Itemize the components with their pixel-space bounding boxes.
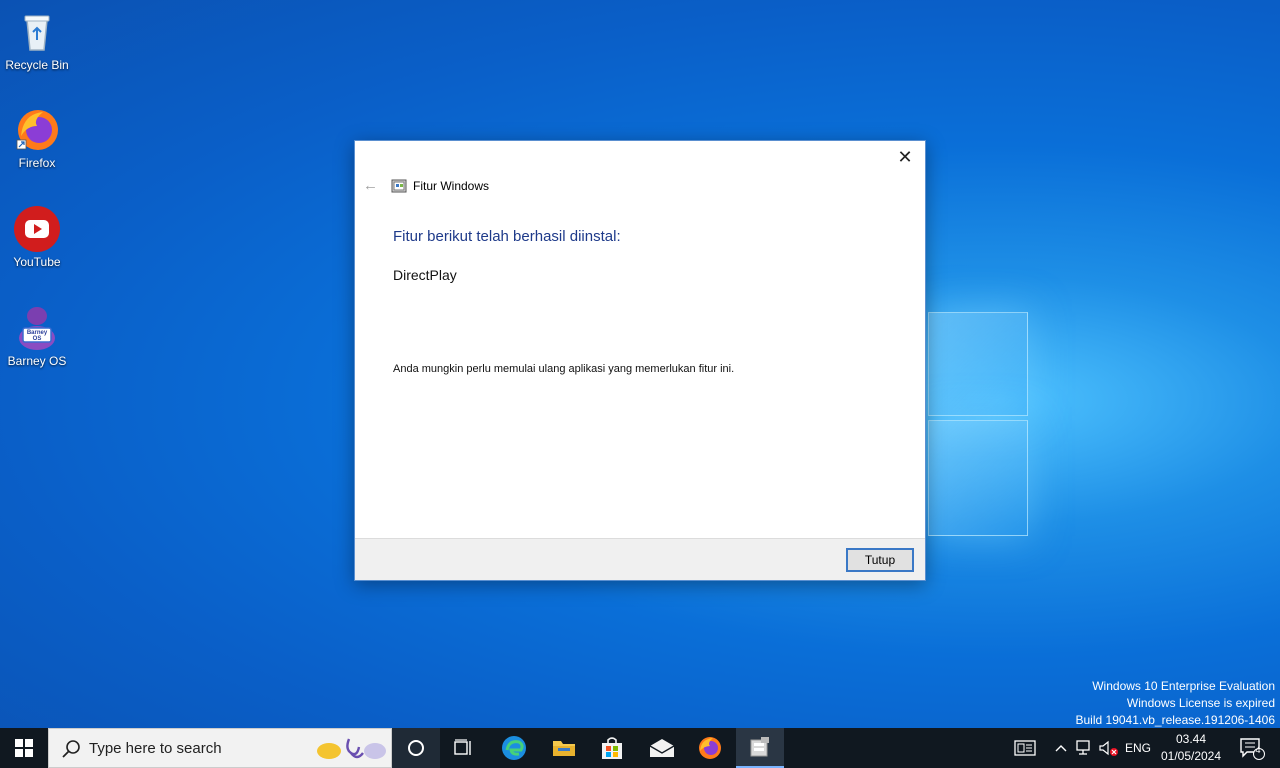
taskbar-search-box[interactable]: Type here to search	[48, 728, 392, 768]
taskbar-file-explorer[interactable]	[540, 728, 588, 768]
desktop-icon-label: Firefox	[18, 156, 56, 170]
barney-badge-text: Barney OS	[26, 330, 48, 342]
start-button[interactable]	[0, 728, 48, 768]
restart-note: Anda mungkin perlu memulai ulang aplikas…	[393, 363, 735, 375]
watermark-build: Build 19041.vb_release.191206-1406	[1075, 713, 1276, 727]
volume-button[interactable]	[1098, 728, 1120, 768]
windows-logo-pane-top	[928, 312, 1028, 416]
action-center-button[interactable]: 4	[1232, 728, 1272, 768]
taskbar-mail[interactable]	[638, 728, 686, 768]
desktop-icon-label: YouTube	[13, 255, 61, 269]
taskbar-store[interactable]	[588, 728, 636, 768]
volume-muted-icon	[1099, 740, 1118, 756]
watermark-edition: Windows 10 Enterprise Evaluation	[1092, 679, 1275, 693]
close-icon[interactable]: ✕	[891, 145, 919, 169]
store-bag-icon	[602, 737, 622, 759]
folder-icon	[553, 741, 575, 756]
search-icon	[62, 740, 80, 758]
taskbar-windows-features[interactable]	[736, 728, 784, 768]
clock-date: 01/05/2024	[1160, 749, 1222, 763]
desktop-icon-recycle-bin[interactable]: Recycle Bin	[2, 8, 72, 72]
barney-os-icon: Barney OS	[13, 304, 61, 352]
installed-feature-name: DirectPlay	[393, 267, 457, 283]
desktop-icon-barney-os[interactable]: Barney OS Barney OS	[2, 304, 72, 368]
network-icon	[1076, 740, 1090, 755]
firefox-icon	[699, 737, 721, 759]
desktop-icon-label: Barney OS	[7, 354, 67, 368]
network-button[interactable]	[1074, 728, 1096, 768]
search-placeholder: Type here to search	[89, 740, 222, 757]
dialog-title: Fitur Windows	[413, 179, 490, 193]
youtube-icon	[13, 205, 61, 253]
news-icon	[1014, 740, 1036, 756]
watermark-license: Windows License is expired	[1126, 696, 1275, 710]
windows-logo-pane-bottom	[928, 420, 1028, 536]
news-widget-button[interactable]	[1010, 728, 1040, 768]
search-highlight-doodle-icon	[317, 738, 386, 759]
mail-envelope-icon	[649, 739, 675, 757]
task-view-icon	[454, 739, 471, 755]
clock[interactable]: 03.44 01/05/2024	[1158, 731, 1224, 765]
clock-time: 03.44	[1175, 732, 1207, 746]
task-view-button[interactable]	[440, 728, 488, 768]
taskbar: Type here to search ENG 03.44 01/05/2024…	[0, 728, 1280, 768]
cortana-circle-icon	[408, 740, 424, 756]
dialog-footer: Tutup	[355, 538, 925, 580]
license-watermark: Windows 10 Enterprise Evaluation Windows…	[1076, 678, 1276, 728]
firefox-icon	[13, 106, 61, 154]
windows-features-dialog: ✕ ← Fitur Windows Fitur berikut telah be…	[354, 140, 926, 581]
notification-count: 4	[1255, 745, 1261, 755]
taskbar-firefox[interactable]	[686, 728, 734, 768]
windows-features-icon	[391, 178, 407, 194]
close-button[interactable]: Tutup	[846, 548, 914, 572]
back-arrow-icon[interactable]: ←	[363, 177, 378, 194]
desktop-icon-youtube[interactable]: YouTube	[2, 205, 72, 269]
chevron-up-icon	[1055, 745, 1067, 752]
dialog-heading: Fitur berikut telah berhasil diinstal:	[393, 228, 621, 245]
desktop: Recycle Bin Firefox YouTube Barney OS Ba…	[0, 0, 1280, 728]
desktop-icon-firefox[interactable]: Firefox	[2, 106, 72, 170]
tray-overflow-button[interactable]	[1050, 728, 1072, 768]
windows-features-icon	[750, 737, 769, 757]
windows-start-icon	[15, 739, 33, 757]
language-indicator[interactable]: ENG	[1122, 728, 1154, 768]
desktop-icon-label: Recycle Bin	[5, 58, 69, 72]
edge-icon	[502, 736, 526, 760]
recycle-bin-icon	[13, 8, 61, 56]
taskbar-edge[interactable]	[490, 728, 538, 768]
cortana-button[interactable]	[392, 728, 440, 768]
